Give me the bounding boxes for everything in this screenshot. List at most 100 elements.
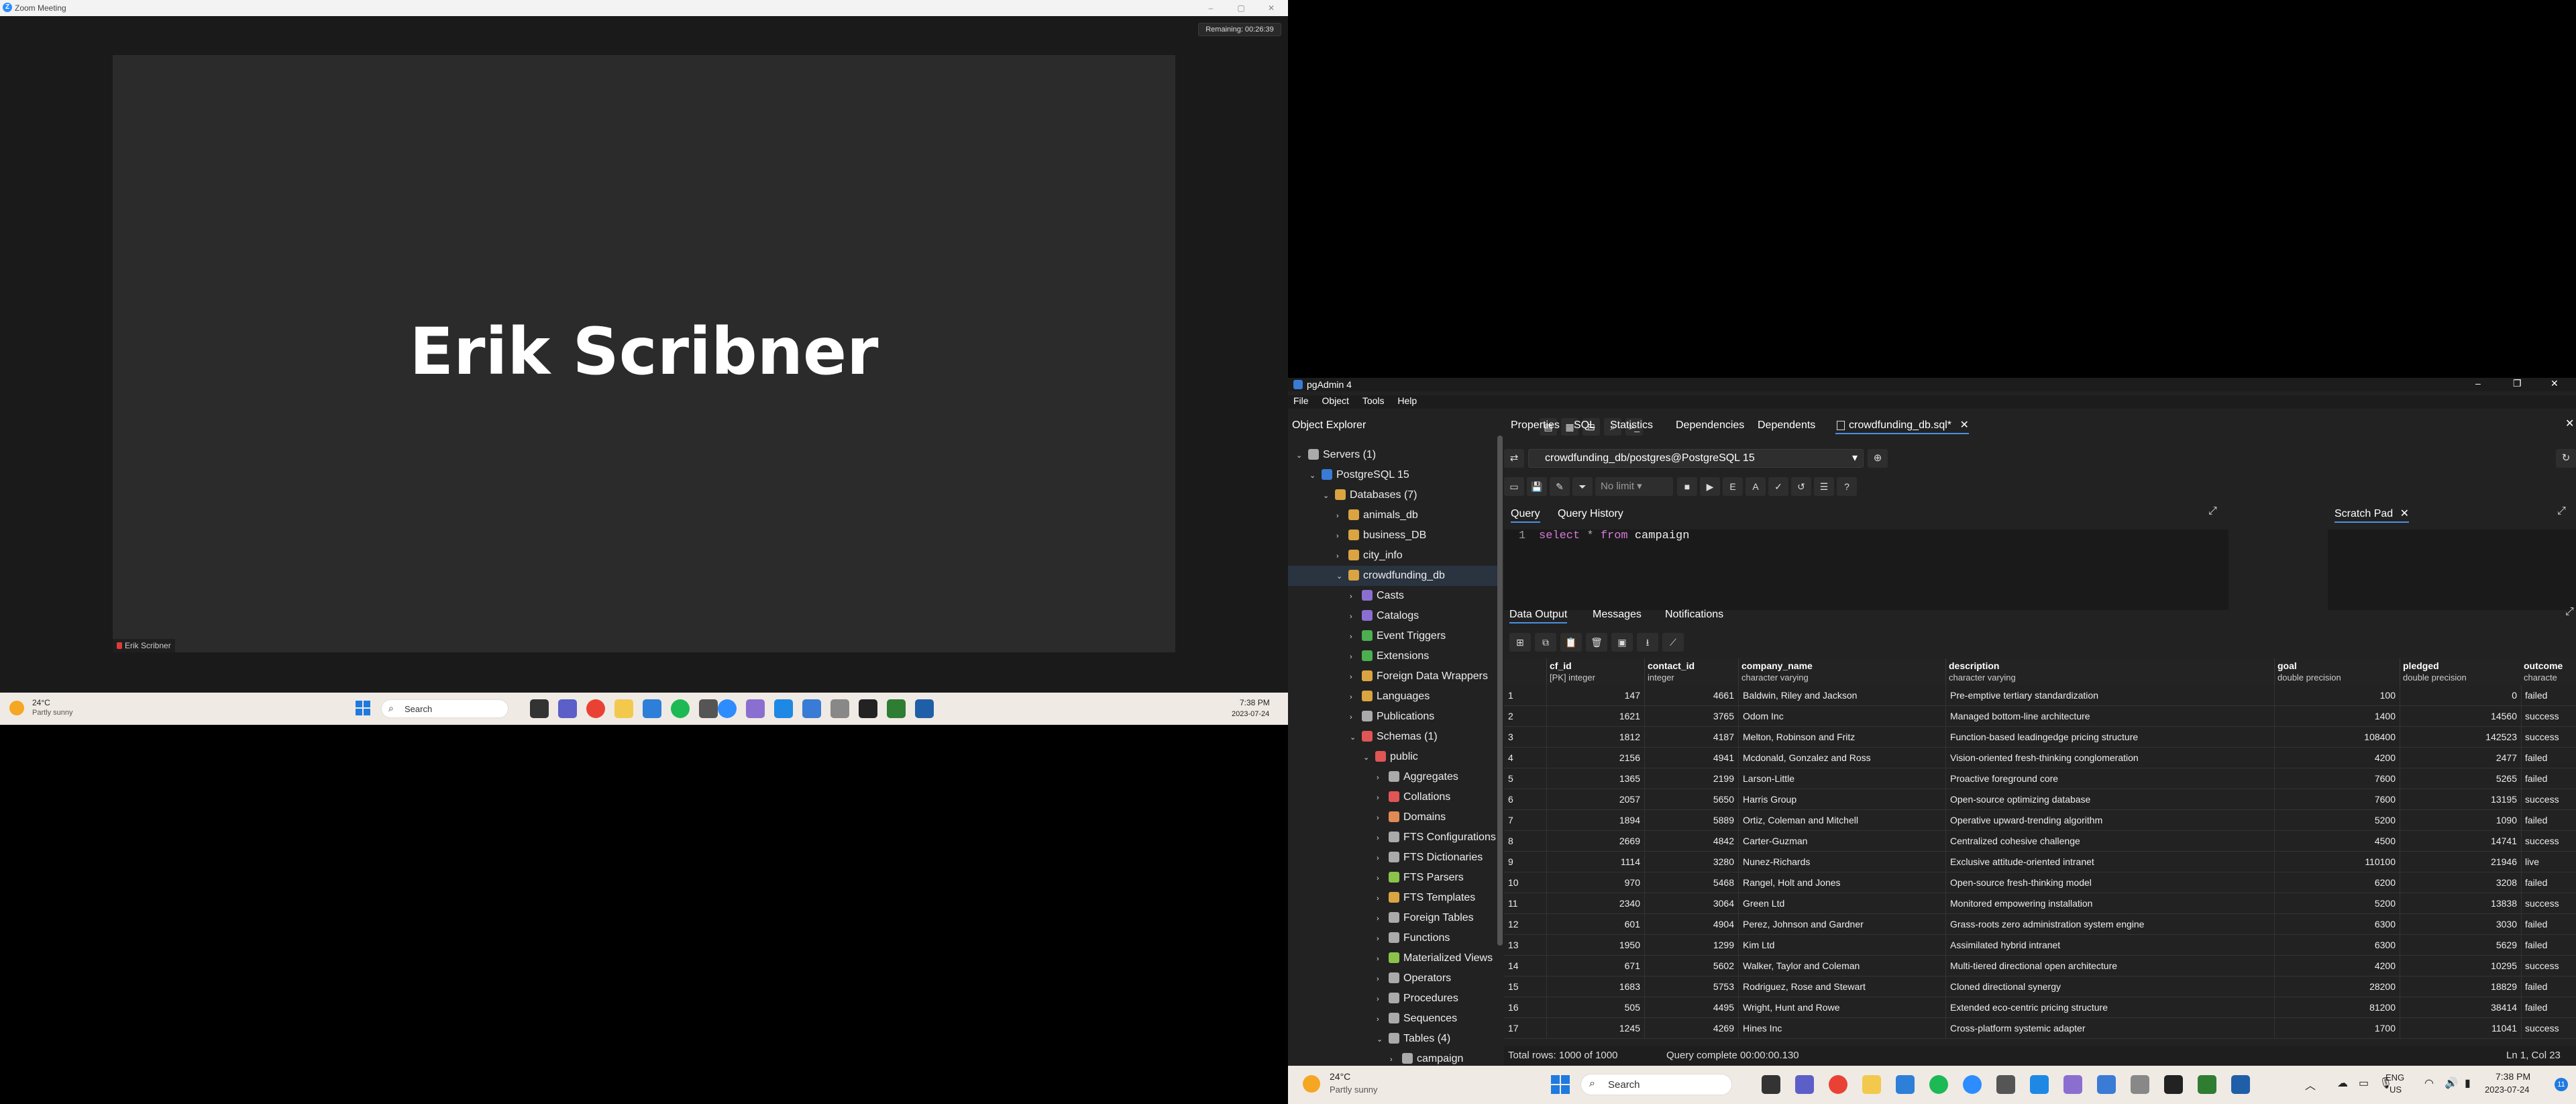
graph-icon[interactable]: ⟋ <box>1662 633 1684 652</box>
table-cell[interactable]: Wright, Hunt and Rowe <box>1739 997 1946 1018</box>
chevron-right-icon[interactable]: › <box>1350 607 1359 627</box>
table-cell[interactable]: Rodriguez, Rose and Stewart <box>1739 976 1946 997</box>
terminal-icon[interactable] <box>859 699 877 718</box>
sourcetree-icon[interactable] <box>2063 1075 2082 1094</box>
chevron-right-icon[interactable]: › <box>1377 1009 1386 1030</box>
tree-node[interactable]: ⌄ Tables (4) <box>1288 1029 1497 1049</box>
file-explorer-icon[interactable] <box>614 699 633 718</box>
explain-analyze-icon[interactable]: A <box>1746 477 1766 496</box>
table-row[interactable]: 15 1683 5753 Rodriguez, Rose and Stewart Clo… <box>1504 976 2576 997</box>
table-cell[interactable]: 21946 <box>2400 852 2522 872</box>
table-row[interactable]: 12 601 4904 Perez, Johnson and Gardner Grass… <box>1504 914 2576 935</box>
add-row-icon[interactable]: ⊞ <box>1509 633 1531 652</box>
download-icon[interactable]: ⭳ <box>1637 633 1658 652</box>
table-cell[interactable]: 3064 <box>1645 893 1739 914</box>
table-cell[interactable]: 1950 <box>1547 935 1645 956</box>
table-cell[interactable]: success <box>2521 1018 2576 1039</box>
table-cell[interactable]: 5200 <box>2275 893 2400 914</box>
chevron-right-icon[interactable]: › <box>1336 526 1346 546</box>
tab-query[interactable]: Query <box>1511 505 1540 523</box>
table-row[interactable]: 14 671 5602 Walker, Taylor and Coleman Multi… <box>1504 956 2576 976</box>
chevron-right-icon[interactable]: › <box>1377 929 1386 949</box>
table-cell[interactable]: Proactive foreground core <box>1946 768 2275 789</box>
table-cell[interactable]: 100 <box>2275 685 2400 706</box>
table-cell[interactable]: 3280 <box>1645 852 1739 872</box>
chevron-right-icon[interactable]: › <box>1377 889 1386 909</box>
table-cell[interactable]: Assimilated hybrid intranet <box>1946 935 2275 956</box>
table-cell[interactable]: 14560 <box>2400 706 2522 727</box>
table-cell[interactable]: 5602 <box>1645 956 1739 976</box>
table-cell[interactable]: Mcdonald, Gonzalez and Ross <box>1739 748 1946 768</box>
table-cell[interactable]: Open-source optimizing database <box>1946 789 2275 810</box>
chrome-icon[interactable] <box>1829 1075 1847 1094</box>
macros-icon[interactable]: ☰ <box>1814 477 1834 496</box>
table-cell[interactable]: Grass-roots zero administration system e… <box>1946 914 2275 935</box>
vscode-icon[interactable] <box>2030 1075 2049 1094</box>
table-cell[interactable]: failed <box>2521 997 2576 1018</box>
table-cell[interactable]: Managed bottom-line architecture <box>1946 706 2275 727</box>
chevron-right-icon[interactable]: › <box>1336 506 1346 526</box>
connection-status-icon[interactable]: ⇄ <box>1504 449 1524 468</box>
table-cell[interactable]: Melton, Robinson and Fritz <box>1739 727 1946 748</box>
table-cell[interactable]: 4200 <box>2275 748 2400 768</box>
chevron-down-icon[interactable]: ⌄ <box>1377 1030 1386 1050</box>
table-cell[interactable]: Larson-Little <box>1739 768 1946 789</box>
table-cell[interactable]: success <box>2521 727 2576 748</box>
tree-node[interactable]: › city_info <box>1288 546 1497 566</box>
volume-icon[interactable]: 🔊 <box>2445 1076 2458 1090</box>
table-cell[interactable]: 671 <box>1547 956 1645 976</box>
chevron-right-icon[interactable]: › <box>1350 707 1359 727</box>
table-cell[interactable]: Function-based leadingedge pricing struc… <box>1946 727 2275 748</box>
table-cell[interactable]: failed <box>2521 768 2576 789</box>
tree-node[interactable]: › Collations <box>1288 787 1497 807</box>
table-cell[interactable]: 2199 <box>1645 768 1739 789</box>
table-cell[interactable]: failed <box>2521 914 2576 935</box>
windows-start-icon[interactable] <box>356 701 370 715</box>
tree-node[interactable]: › Operators <box>1288 968 1497 989</box>
tray-overflow-icon[interactable]: ︿ <box>2305 1076 2316 1093</box>
table-cell[interactable]: Ortiz, Coleman and Mitchell <box>1739 810 1946 831</box>
table-cell[interactable]: 505 <box>1547 997 1645 1018</box>
stop-icon[interactable]: ■ <box>1677 477 1697 496</box>
table-cell[interactable]: 0 <box>2400 685 2522 706</box>
scratch-pad-editor[interactable] <box>2328 530 2576 610</box>
table-cell[interactable]: 5200 <box>2275 810 2400 831</box>
tree-node[interactable]: › Extensions <box>1288 646 1497 666</box>
column-header-outcome[interactable]: outcome characte <box>2521 658 2576 685</box>
tab-messages[interactable]: Messages <box>1593 606 1642 623</box>
table-cell[interactable]: Rangel, Holt and Jones <box>1739 872 1946 893</box>
chevron-right-icon[interactable]: › <box>1350 667 1359 687</box>
tree-node[interactable]: › animals_db <box>1288 505 1497 525</box>
table-cell[interactable]: Pre-emptive tertiary standardization <box>1946 685 2275 706</box>
menu-help[interactable]: Help <box>1397 395 1417 406</box>
tree-node[interactable]: › Materialized Views <box>1288 948 1497 968</box>
slack-icon[interactable] <box>699 699 718 718</box>
chevron-right-icon[interactable]: › <box>1377 768 1386 788</box>
chevron-right-icon[interactable]: › <box>1390 1050 1399 1066</box>
notification-badge[interactable]: 11 <box>2555 1078 2568 1091</box>
tab-sql[interactable]: SQL <box>1574 417 1595 434</box>
table-cell[interactable]: 7600 <box>2275 789 2400 810</box>
copy-icon[interactable]: ⧉ <box>1535 633 1556 652</box>
chevron-right-icon[interactable]: › <box>1377 868 1386 889</box>
table-row[interactable]: 5 1365 2199 Larson-Little Proactive foregrou… <box>1504 768 2576 789</box>
table-cell[interactable]: Cloned directional synergy <box>1946 976 2275 997</box>
tree-node[interactable]: › Procedures <box>1288 989 1497 1009</box>
rollback-icon[interactable]: ↺ <box>1791 477 1811 496</box>
table-cell[interactable]: 4842 <box>1645 831 1739 852</box>
table-cell[interactable]: Vision-oriented fresh-thinking conglomer… <box>1946 748 2275 768</box>
chevron-right-icon[interactable]: › <box>1377 989 1386 1009</box>
expand-icon[interactable]: ⤢ <box>2208 505 2217 517</box>
language-top[interactable]: ENG <box>2385 1072 2404 1083</box>
table-cell[interactable]: 142523 <box>2400 727 2522 748</box>
close-icon[interactable]: ✕ <box>2551 378 2559 389</box>
table-cell[interactable]: 81200 <box>2275 997 2400 1018</box>
table-cell[interactable]: 4200 <box>2275 956 2400 976</box>
save-data-icon[interactable]: ▣ <box>1611 633 1633 652</box>
chevron-right-icon[interactable]: › <box>1377 909 1386 929</box>
expand-icon[interactable]: ⤢ <box>2557 505 2566 517</box>
table-row[interactable]: 9 1114 3280 Nunez-Richards Exclusive attitud… <box>1504 852 2576 872</box>
table-cell[interactable]: success <box>2521 893 2576 914</box>
teams-icon[interactable] <box>558 699 577 718</box>
table-cell[interactable]: 3765 <box>1645 706 1739 727</box>
